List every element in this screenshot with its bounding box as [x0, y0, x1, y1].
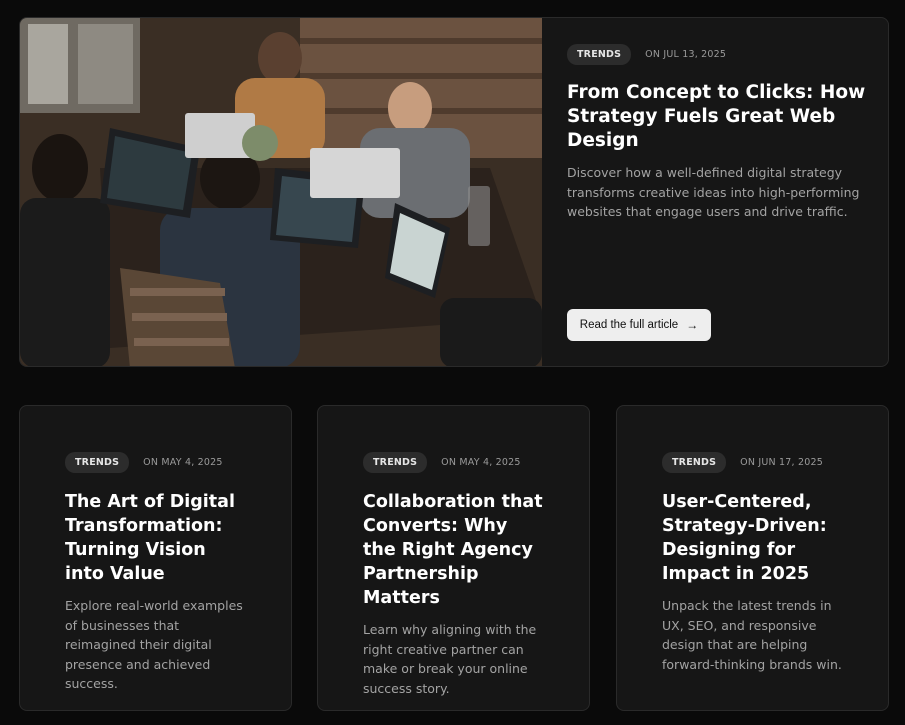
article-description: Learn why aligning with the right creati… — [363, 622, 537, 696]
article-title[interactable]: The Art of Digital Transformation: Turni… — [65, 490, 246, 586]
article-card[interactable]: TRENDS ON MAY 4, 2025 The Art of Digital… — [19, 405, 292, 711]
featured-article-image[interactable] — [20, 18, 542, 366]
team-photo-illustration — [20, 18, 542, 366]
category-tag[interactable]: TRENDS — [65, 452, 130, 473]
arrow-right-icon: → — [686, 318, 699, 332]
article-description: Unpack the latest trends in UX, SEO, and… — [662, 598, 842, 672]
article-meta: TRENDS ON JUL 13, 2025 — [567, 44, 872, 65]
article-card[interactable]: TRENDS ON JUN 17, 2025 User-Centered, St… — [616, 405, 889, 711]
article-title[interactable]: User-Centered, Strategy-Driven: Designin… — [662, 490, 843, 586]
publish-date: ON MAY 4, 2025 — [143, 457, 223, 468]
publish-date: ON MAY 4, 2025 — [441, 457, 521, 468]
publish-date: ON JUN 17, 2025 — [740, 457, 823, 468]
article-meta: TRENDS ON JUN 17, 2025 — [662, 452, 843, 473]
article-description: Explore real-world examples of businesse… — [65, 598, 243, 691]
featured-article-content: TRENDS ON JUL 13, 2025 From Concept to C… — [567, 44, 872, 222]
category-tag[interactable]: TRENDS — [662, 452, 727, 473]
read-full-article-label: Read the full article — [579, 319, 679, 331]
article-meta: TRENDS ON MAY 4, 2025 — [363, 452, 544, 473]
article-card[interactable]: TRENDS ON MAY 4, 2025 Collaboration that… — [317, 405, 590, 711]
featured-article-card[interactable]: TRENDS ON JUL 13, 2025 From Concept to C… — [19, 17, 889, 367]
publish-date: ON JUL 13, 2025 — [645, 49, 727, 60]
article-title[interactable]: Collaboration that Converts: Why the Rig… — [363, 490, 544, 610]
featured-article-title[interactable]: From Concept to Clicks: How Strategy Fue… — [567, 81, 872, 153]
read-full-article-button[interactable]: Read the full article → — [567, 309, 711, 341]
category-tag[interactable]: TRENDS — [567, 44, 632, 65]
category-tag[interactable]: TRENDS — [363, 452, 428, 473]
featured-article-description: Discover how a well-defined digital stra… — [567, 165, 860, 219]
article-meta: TRENDS ON MAY 4, 2025 — [65, 452, 246, 473]
